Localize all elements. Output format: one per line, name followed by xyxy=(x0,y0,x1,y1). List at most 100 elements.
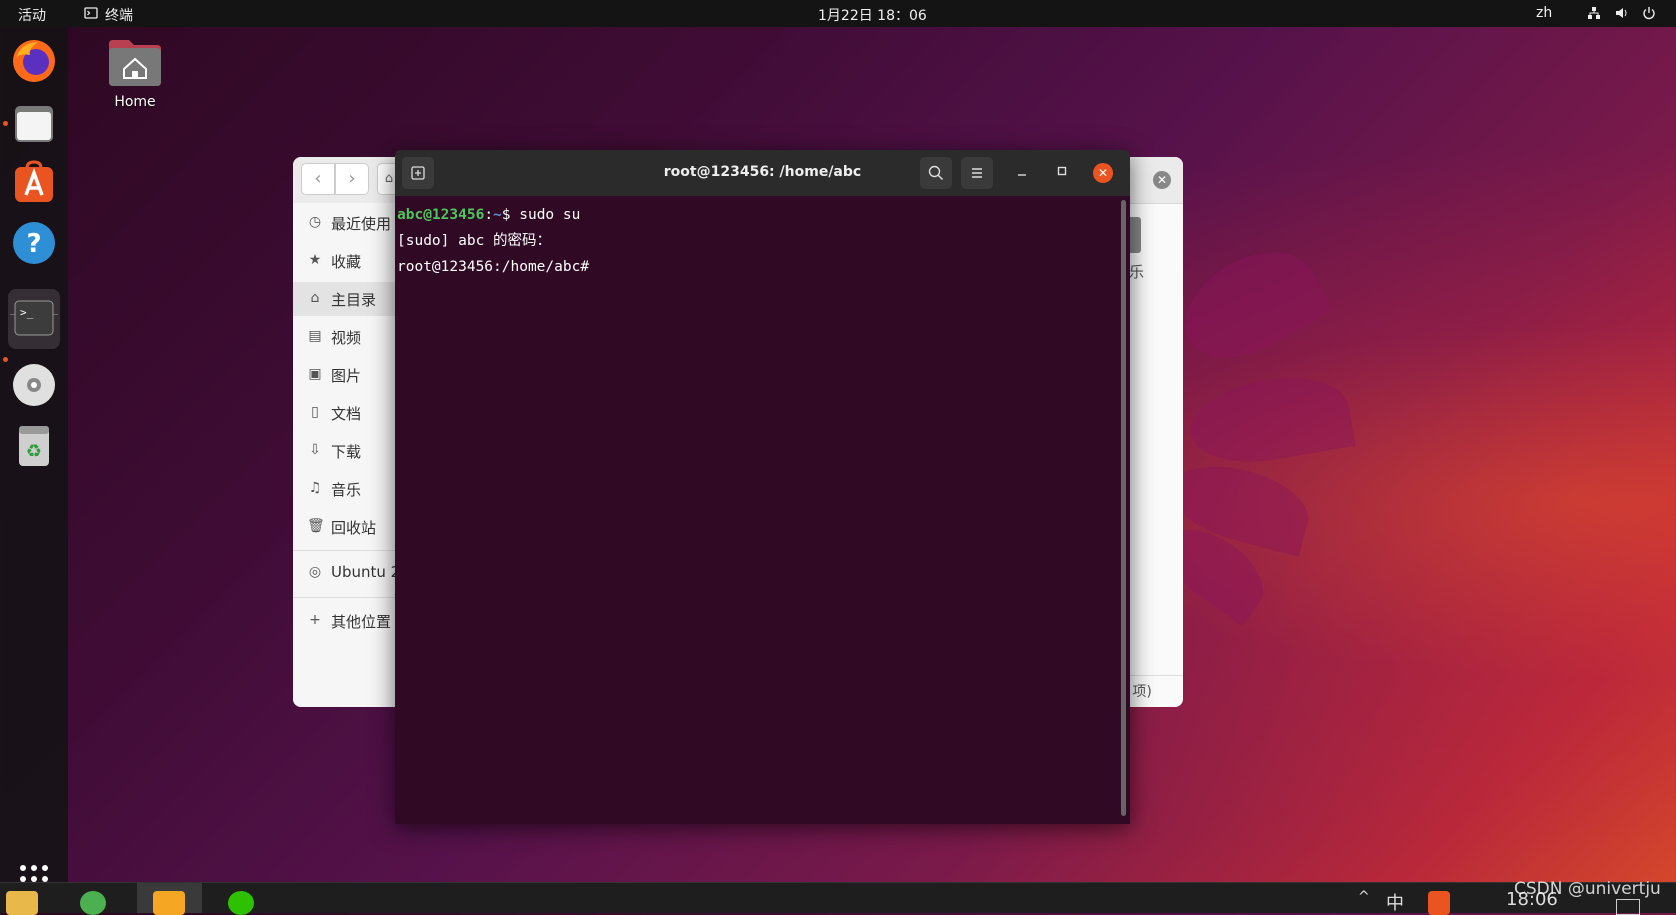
file-manager-sidebar: ◷ 最近使用 ★ 收藏 ⌂ 主目录 ▤ 视频 ▣ 图片 ▯ 文档 ⇩ 下载 ♫ xyxy=(293,203,410,707)
trash-icon: 🗑 xyxy=(307,518,325,534)
maximize-icon xyxy=(1057,166,1067,176)
file-explorer-icon[interactable] xyxy=(6,891,38,915)
terminal-line: [sudo] abc 的密码： xyxy=(397,233,552,249)
disc-icon: ◎ xyxy=(308,564,322,580)
dock-files[interactable] xyxy=(8,97,60,149)
minimize-button[interactable] xyxy=(1013,164,1031,182)
sidebar-item-videos[interactable]: ▤ 视频 xyxy=(293,320,399,354)
sidebar-item-downloads[interactable]: ⇩ 下载 xyxy=(293,434,399,468)
svg-text:>_: >_ xyxy=(20,306,34,319)
terminal-window[interactable]: root@123456: /home/abc ✕ abc@123456:~$ s… xyxy=(395,150,1130,824)
search-button[interactable] xyxy=(920,157,952,189)
software-center-icon xyxy=(15,160,53,202)
help-icon: ? xyxy=(13,222,55,264)
minimize-icon xyxy=(1018,174,1026,176)
sidebar-item-label: 回收站 xyxy=(331,519,377,537)
desktop-home-label: Home xyxy=(114,94,156,110)
tray-app-icon[interactable] xyxy=(1428,891,1450,915)
activities-button[interactable]: 活动 xyxy=(18,5,46,25)
terminal-icon: >_ xyxy=(14,300,54,336)
home-icon: ⌂ xyxy=(310,290,320,306)
svg-text:♻: ♻ xyxy=(26,441,42,462)
dock-firefox[interactable] xyxy=(8,35,60,87)
trash-icon: ♻ xyxy=(19,426,49,466)
sidebar-item-trash[interactable]: 🗑 回收站 xyxy=(293,510,399,544)
sidebar-item-recent[interactable]: ◷ 最近使用 xyxy=(293,206,399,240)
app-icon[interactable] xyxy=(80,891,106,915)
star-icon: ★ xyxy=(308,252,322,268)
terminal-scrollbar[interactable] xyxy=(1121,200,1126,816)
clock[interactable]: 1月22日 18：06 xyxy=(818,5,927,25)
dock-help[interactable]: ? xyxy=(8,217,60,269)
svg-text:?: ? xyxy=(26,229,41,259)
video-icon: ▤ xyxy=(308,328,322,344)
host-taskbar: ^ 中 18:06 xyxy=(0,882,1676,915)
disc-icon xyxy=(13,364,55,406)
desktop-home-folder[interactable]: Home xyxy=(104,36,166,110)
close-icon[interactable]: ✕ xyxy=(1153,171,1171,189)
sidebar-item-home[interactable]: ⌂ 主目录 xyxy=(293,282,399,316)
terminal-header: root@123456: /home/abc ✕ xyxy=(395,150,1130,196)
dock-terminal[interactable]: >_ xyxy=(8,289,60,349)
back-button[interactable]: ‹ xyxy=(301,163,335,195)
terminal-app-icon xyxy=(84,6,98,20)
sidebar-divider xyxy=(293,597,399,598)
app-menu-label[interactable]: 终端 xyxy=(105,5,133,25)
dock: ? >_ ♻ xyxy=(0,27,68,882)
prompt-symbol: $ xyxy=(501,207,511,223)
top-bar: 活动 终端 1月22日 18：06 zh xyxy=(0,0,1676,27)
terminal-line: abc@123456:~$ sudo su xyxy=(397,202,589,228)
sidebar-item-label: 音乐 xyxy=(331,481,362,499)
picture-icon: ▣ xyxy=(308,366,322,382)
download-icon: ⇩ xyxy=(309,442,321,458)
wechat-icon[interactable] xyxy=(228,891,254,915)
sidebar-item-music[interactable]: ♫ 音乐 xyxy=(293,472,399,506)
folder-label: 乐 xyxy=(1129,263,1145,281)
sidebar-item-label: 主目录 xyxy=(331,291,377,309)
prompt-path: ~ xyxy=(493,207,502,223)
notification-icon[interactable] xyxy=(1616,899,1640,915)
clock-icon: ◷ xyxy=(308,214,322,230)
sidebar-item-label: 图片 xyxy=(331,367,362,385)
sidebar-item-label: 文档 xyxy=(331,405,362,423)
menu-button[interactable] xyxy=(961,157,993,189)
sidebar-item-label: 下载 xyxy=(331,443,362,461)
tray-chevron-icon[interactable]: ^ xyxy=(1358,889,1370,905)
dock-disc[interactable] xyxy=(8,359,60,411)
sidebar-divider xyxy=(293,550,399,551)
dock-trash[interactable]: ♻ xyxy=(8,419,60,471)
terminal-line: root@123456:/home/abc# xyxy=(397,259,590,275)
prompt-user: abc@123456 xyxy=(397,207,485,223)
files-icon xyxy=(15,106,53,142)
document-icon: ▯ xyxy=(311,404,319,420)
sidebar-item-label: 收藏 xyxy=(331,253,362,271)
command-text: sudo su xyxy=(510,207,581,223)
search-icon xyxy=(928,165,944,181)
sidebar-item-ubuntu-disc[interactable]: ◎ Ubuntu 21 xyxy=(293,556,410,590)
maximize-button[interactable] xyxy=(1053,164,1071,182)
forward-button[interactable]: › xyxy=(335,163,369,195)
dock-software-center[interactable] xyxy=(8,157,60,209)
firefox-icon xyxy=(13,40,55,82)
power-icon[interactable] xyxy=(1642,6,1656,20)
terminal-output[interactable]: abc@123456:~$ sudo su [sudo] abc 的密码： ro… xyxy=(397,202,589,280)
input-method-indicator[interactable]: 中 xyxy=(1386,889,1404,915)
sidebar-item-other-locations[interactable]: + 其他位置 xyxy=(293,604,399,638)
sidebar-item-pictures[interactable]: ▣ 图片 xyxy=(293,358,399,392)
language-indicator[interactable]: zh xyxy=(1536,5,1552,21)
sidebar-item-starred[interactable]: ★ 收藏 xyxy=(293,244,399,278)
prompt-separator: : xyxy=(484,207,494,223)
sidebar-item-label: 最近使用 xyxy=(331,215,392,233)
network-icon[interactable] xyxy=(1587,6,1601,20)
home-folder-icon xyxy=(107,36,163,88)
music-icon: ♫ xyxy=(308,480,322,496)
hamburger-icon xyxy=(972,168,982,178)
vmware-icon[interactable] xyxy=(153,891,185,915)
sidebar-item-label: 其他位置 xyxy=(331,613,392,631)
watermark: CSDN @univertju xyxy=(1514,879,1661,899)
sidebar-item-label: 视频 xyxy=(331,329,362,347)
close-button[interactable]: ✕ xyxy=(1093,163,1113,183)
sidebar-item-documents[interactable]: ▯ 文档 xyxy=(293,396,399,430)
volume-icon[interactable] xyxy=(1615,6,1629,20)
close-icon: ✕ xyxy=(1097,166,1109,180)
